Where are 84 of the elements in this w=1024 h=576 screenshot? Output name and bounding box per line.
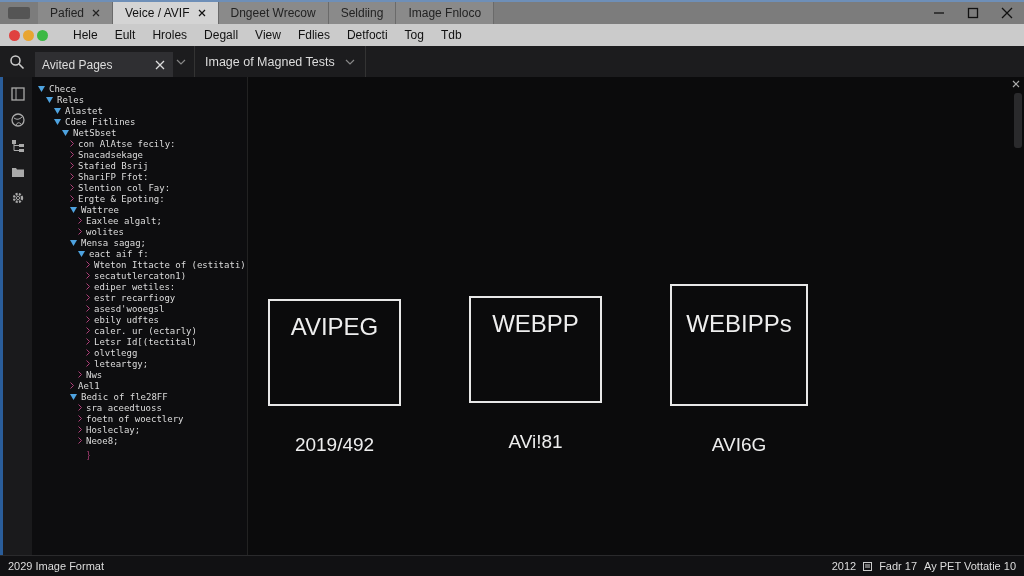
tree-item[interactable]: Ael1: [78, 380, 100, 391]
close-icon[interactable]: [197, 9, 206, 17]
tree-item[interactable]: Bedic of fle28FF: [81, 391, 168, 402]
window-tab[interactable]: Dngeet Wrecow: [218, 2, 329, 24]
scrollbar[interactable]: [1014, 93, 1022, 148]
menu-item[interactable]: Degall: [204, 28, 239, 42]
hierarchy-icon[interactable]: [10, 139, 25, 153]
tree-item[interactable]: wolites: [86, 226, 124, 237]
menu-item[interactable]: Fdlies: [297, 28, 330, 42]
tree-item[interactable]: Eaxlee algalt;: [86, 215, 162, 226]
closing-brace: }: [86, 450, 91, 460]
status-text: 2029 Image Format: [8, 560, 104, 572]
chevron-down-icon[interactable]: [344, 58, 355, 65]
settings-icon[interactable]: [10, 191, 25, 205]
format-title: AVIPEG: [290, 313, 379, 342]
expanded-arrow-icon[interactable]: [70, 206, 77, 213]
maximize-icon[interactable]: [967, 7, 979, 19]
window-tab[interactable]: Veice / AVIF: [113, 2, 219, 24]
window-tab[interactable]: Pafied: [38, 2, 114, 24]
tree-item[interactable]: Wattree: [81, 204, 119, 215]
expanded-arrow-icon[interactable]: [78, 250, 85, 257]
tree-item[interactable]: estr recarfiogy: [94, 292, 176, 303]
tree-item[interactable]: Mensa sagag;: [81, 237, 147, 248]
tree-item[interactable]: Neoe8;: [86, 435, 119, 446]
menu-item[interactable]: Hele: [73, 28, 98, 42]
tree-item[interactable]: ShariFP Ffot:: [78, 171, 149, 182]
menu-item[interactable]: Tog: [404, 28, 424, 42]
tree-item[interactable]: Alastet: [65, 105, 103, 116]
zoom-dot-icon[interactable]: [37, 29, 48, 41]
tree-item[interactable]: Wteton Ittacte of (estitati): [94, 259, 246, 270]
expanded-arrow-icon[interactable]: [70, 393, 77, 400]
tree-item[interactable]: Chece: [49, 83, 77, 94]
panel-icon[interactable]: [10, 87, 25, 101]
tree-item[interactable]: caler. ur (ectarly): [94, 325, 197, 336]
chevron-down-icon[interactable]: [176, 58, 186, 65]
status-text: Ay PET Vottatie 10: [924, 560, 1016, 572]
status-text: 2012: [831, 560, 857, 572]
tree-item[interactable]: Slention col Fay:: [78, 182, 171, 193]
expanded-arrow-icon[interactable]: [54, 107, 61, 114]
tree-item[interactable]: Snacadsekage: [78, 149, 144, 160]
menu-item[interactable]: Tdb: [440, 28, 462, 42]
tree-item[interactable]: olvtlegg: [94, 347, 138, 358]
tree-item[interactable]: ediper wetiles:: [94, 281, 176, 292]
close-icon[interactable]: [1012, 80, 1020, 88]
tree-item[interactable]: NetSbset: [73, 127, 117, 138]
tree-item[interactable]: secatutlercaton1): [94, 270, 187, 281]
minimize-dot-icon[interactable]: [23, 29, 34, 41]
format-caption: AVi!81: [508, 431, 563, 453]
tree-item[interactable]: leteartgy;: [94, 358, 149, 369]
format-title: WEBIPPs: [686, 310, 792, 339]
expanded-arrow-icon[interactable]: [62, 129, 69, 136]
format-title: WEBPP: [492, 310, 579, 339]
tree-item[interactable]: Ergte & Epoting:: [78, 193, 165, 204]
expanded-arrow-icon[interactable]: [38, 85, 45, 92]
expanded-arrow-icon[interactable]: [46, 96, 53, 103]
panel-tab[interactable]: Avited Pages: [35, 52, 173, 77]
format-caption: AVI6G: [711, 434, 767, 456]
window-tab[interactable]: Image Fnloco: [396, 2, 495, 24]
format-caption: 2019/492: [294, 434, 375, 456]
close-dot-icon[interactable]: [9, 29, 20, 41]
tree-item[interactable]: Letsr Id[(tectital): [94, 336, 197, 347]
tree-item[interactable]: Reles: [57, 94, 85, 105]
expanded-arrow-icon[interactable]: [70, 239, 77, 246]
tree-item[interactable]: Stafied Bsrij: [78, 160, 149, 171]
document-icon: [863, 561, 873, 571]
tree-item[interactable]: sra aceedtuoss: [86, 402, 162, 413]
menu-item[interactable]: Eult: [114, 28, 136, 42]
expanded-arrow-icon[interactable]: [54, 118, 61, 125]
tree-item[interactable]: Hosleclay;: [86, 424, 141, 435]
app-icon: [8, 7, 30, 19]
tree-item[interactable]: ebily udftes: [94, 314, 160, 325]
tree-item[interactable]: Cdee Fitlines: [65, 116, 136, 127]
tree-item[interactable]: Nws: [86, 369, 103, 380]
menu-item[interactable]: View: [255, 28, 281, 42]
menu-item[interactable]: Detfocti: [346, 28, 388, 42]
tree-item[interactable]: asesd'wooegsl: [94, 303, 165, 314]
tree-item[interactable]: con AlAtse fecily:: [78, 138, 176, 149]
menu-item[interactable]: Hroles: [152, 28, 188, 42]
folder-icon[interactable]: [10, 165, 25, 179]
search-icon[interactable]: [9, 53, 25, 70]
tree-item[interactable]: foetn of woectlery: [86, 413, 184, 424]
window-tab[interactable]: Seldiing: [328, 2, 397, 24]
tree-item[interactable]: eact aif f:: [89, 248, 149, 259]
status-text: Fadr 17: [879, 560, 918, 572]
